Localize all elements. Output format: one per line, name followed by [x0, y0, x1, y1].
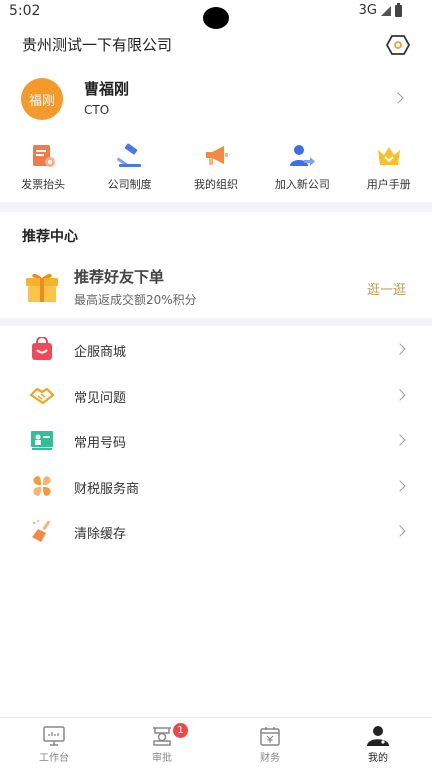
- action-join-company[interactable]: 加入新公司: [259, 140, 345, 198]
- monitor-icon: [43, 726, 65, 746]
- section-divider: [0, 318, 432, 326]
- chevron-right-icon: [394, 479, 406, 492]
- menu-label: 常见问题: [74, 390, 127, 406]
- menu-item-clear-cache[interactable]: 清除缓存: [0, 509, 432, 555]
- quick-actions: 发票抬头 公司制度 我的组织 加入新公司 用户手册: [0, 140, 432, 198]
- signal-icon: [381, 5, 391, 16]
- action-company-policy[interactable]: 公司制度: [86, 140, 172, 198]
- action-invoice-title[interactable]: 发票抬头: [0, 140, 86, 198]
- profile-card[interactable]: 福刚 曹福刚 CTO: [0, 70, 432, 130]
- tab-label: 工作台: [39, 753, 69, 764]
- settings-menu: 企服商城 常见问题 常用号码 财税服务商 清除缓存: [0, 327, 432, 555]
- profile-name: 曹福刚: [84, 80, 130, 98]
- menu-item-faq[interactable]: 常见问题: [0, 373, 432, 419]
- approval-icon: [153, 727, 171, 746]
- handshake-icon: [29, 387, 55, 404]
- avatar: 福刚: [21, 78, 63, 120]
- petals-icon: [33, 475, 51, 496]
- tab-workbench[interactable]: 工作台: [0, 718, 108, 768]
- menu-item-enterprise-mall[interactable]: 企服商城: [0, 327, 432, 373]
- menu-item-tax-service[interactable]: 财税服务商: [0, 464, 432, 510]
- action-label: 发票抬头: [21, 178, 66, 191]
- tab-mine[interactable]: 我的: [324, 718, 432, 768]
- status-indicators: 3G: [358, 2, 402, 18]
- add-user-icon: [290, 145, 316, 166]
- bottom-tab-bar: 工作台 1 审批 财务 我的: [0, 717, 432, 768]
- chevron-right-icon: [392, 92, 404, 104]
- action-label: 公司制度: [107, 178, 152, 191]
- recommend-section-title: 推荐中心: [22, 229, 78, 245]
- menu-label: 清除缓存: [74, 527, 127, 542]
- section-divider: [0, 202, 432, 212]
- crown-icon: [377, 147, 400, 165]
- settings-hex-icon[interactable]: [385, 34, 411, 56]
- tab-label: 审批: [152, 753, 172, 764]
- chevron-right-icon: [394, 343, 406, 355]
- approval-badge: 1: [172, 722, 189, 739]
- action-label: 用户手册: [366, 178, 411, 191]
- network-label: 3G: [358, 3, 377, 18]
- gift-icon: [26, 273, 58, 302]
- chevron-right-icon: [394, 434, 406, 446]
- tab-finance[interactable]: 财务: [216, 718, 324, 768]
- status-time: 5:02: [9, 3, 41, 19]
- calendar-finance-icon: [260, 727, 280, 746]
- tab-approval[interactable]: 1 审批: [108, 718, 216, 768]
- menu-label: 常用号码: [74, 436, 127, 451]
- chevron-right-icon: [394, 388, 406, 401]
- action-my-organization[interactable]: 我的组织: [173, 140, 259, 198]
- action-label: 我的组织: [193, 178, 238, 191]
- browse-link[interactable]: 逛一逛: [367, 279, 406, 298]
- battery-icon: [395, 2, 402, 17]
- broom-icon: [32, 520, 51, 542]
- status-bar: 5:02 3G: [0, 0, 432, 29]
- recommend-subtitle: 最高返成交额20%积分: [74, 293, 197, 307]
- tab-label: 财务: [260, 753, 280, 764]
- shopping-bag-icon: [32, 337, 52, 360]
- profile-role: CTO: [84, 103, 110, 117]
- gavel-icon: [116, 143, 141, 167]
- recommend-title: 推荐好友下单: [74, 268, 165, 286]
- chevron-right-icon: [394, 525, 406, 537]
- camera-cutout: [203, 7, 229, 29]
- megaphone-icon: [205, 146, 228, 165]
- recommend-card[interactable]: 推荐好友下单 最高返成交额20%积分 逛一逛: [0, 258, 432, 318]
- tab-label: 我的: [368, 753, 388, 764]
- menu-label: 企服商城: [74, 345, 127, 360]
- person-icon: [367, 726, 389, 746]
- menu-item-common-numbers[interactable]: 常用号码: [0, 418, 432, 464]
- action-label: 加入新公司: [274, 178, 330, 191]
- presentation-icon: [31, 431, 53, 450]
- action-user-manual[interactable]: 用户手册: [346, 140, 432, 198]
- company-name[interactable]: 贵州测试一下有限公司: [22, 34, 172, 55]
- menu-label: 财税服务商: [74, 481, 140, 497]
- invoice-icon: [33, 145, 56, 167]
